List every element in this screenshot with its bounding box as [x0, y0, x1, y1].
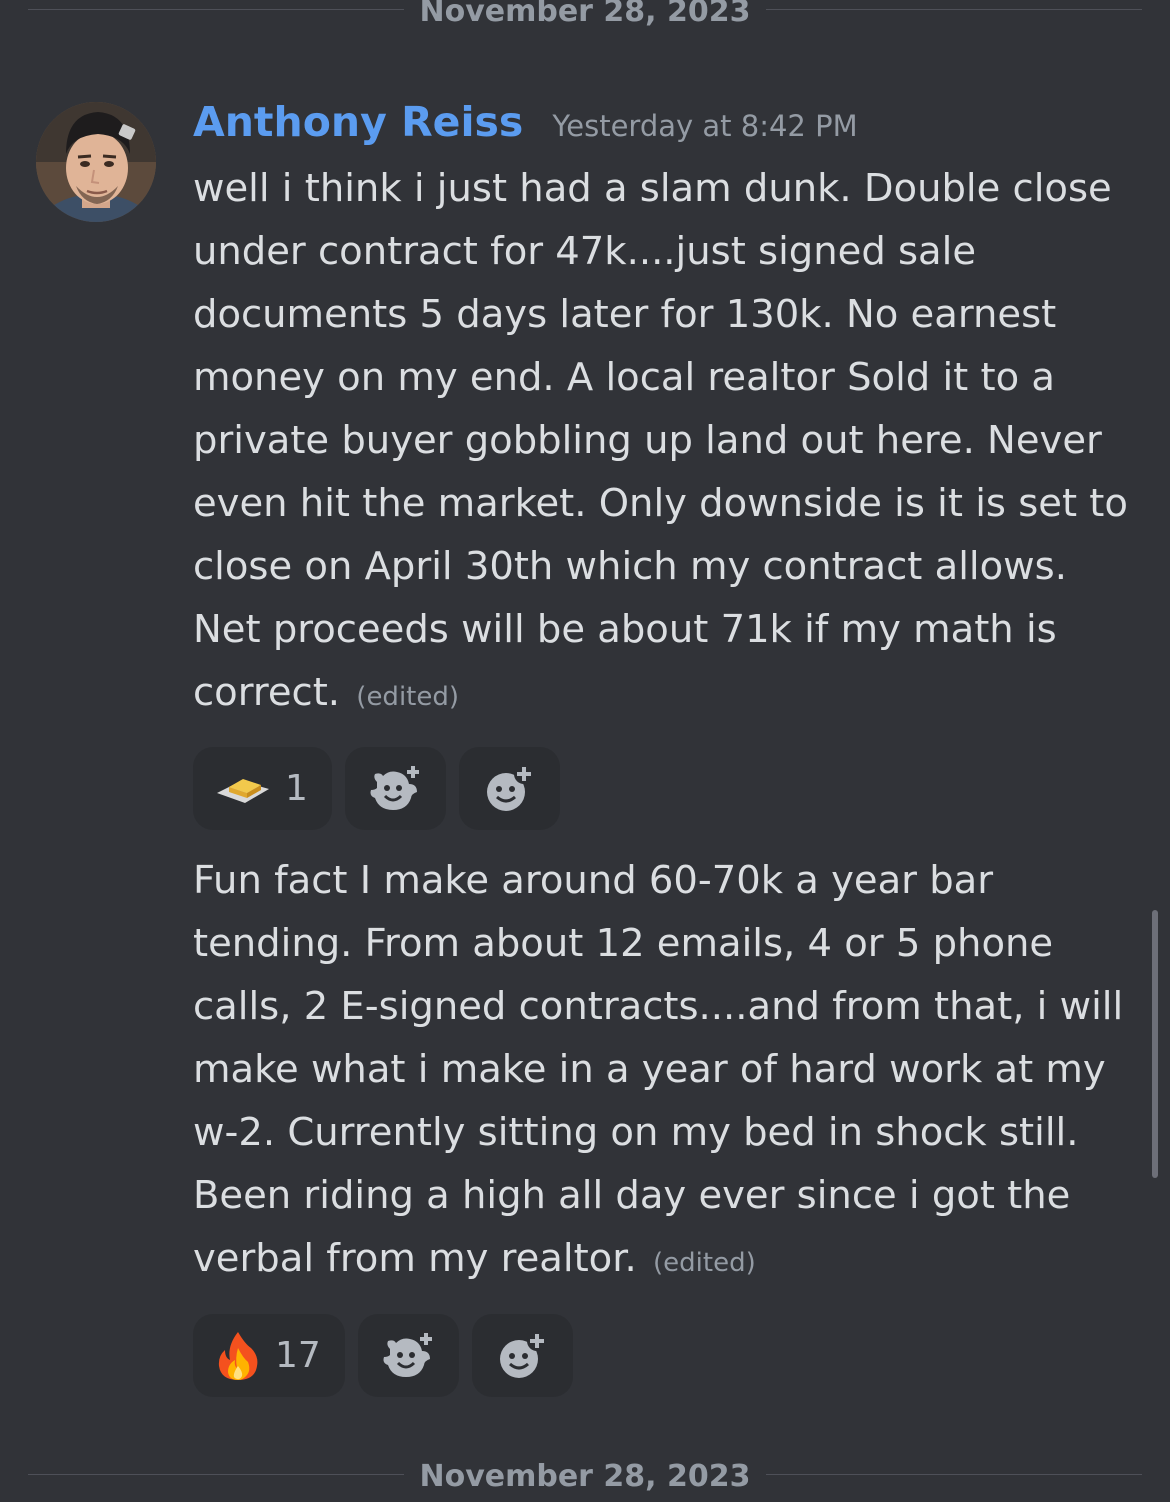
reaction-butter[interactable]: 1 [193, 747, 332, 830]
edited-label: (edited) [653, 1248, 756, 1278]
reaction-count: 1 [285, 768, 308, 809]
divider-line [28, 1474, 404, 1475]
reaction-count: 17 [275, 1335, 321, 1376]
fire-emoji-icon [218, 1331, 258, 1380]
add-reaction-icon [487, 763, 535, 811]
message-text: well i think i just had a slam dunk. Dou… [193, 157, 1143, 729]
reaction-fire[interactable]: 17 [193, 1314, 345, 1397]
message-header: Anthony Reiss Yesterday at 8:42 PM [193, 98, 858, 146]
edited-label: (edited) [356, 682, 460, 712]
message-body: well i think i just had a slam dunk. Dou… [193, 166, 1128, 715]
divider-line [766, 1474, 1142, 1475]
message-body: Fun fact I make around 60-70k a year bar… [193, 858, 1124, 1281]
add-super-reaction-icon [370, 765, 420, 810]
message-text: Fun fact I make around 60-70k a year bar… [193, 849, 1143, 1295]
add-super-reaction-button[interactable] [357, 1314, 459, 1397]
scrollbar-thumb[interactable] [1152, 910, 1158, 1178]
date-divider-label: November 28, 2023 [419, 1459, 751, 1494]
add-super-reaction-icon [383, 1332, 433, 1377]
divider-line [766, 9, 1142, 10]
add-super-reaction-button[interactable] [344, 747, 446, 830]
author-name[interactable]: Anthony Reiss [193, 98, 523, 146]
date-divider-bottom: November 28, 2023 [0, 1462, 1170, 1502]
reactions-row: 17 [193, 1314, 573, 1397]
divider-line [28, 9, 404, 10]
add-reaction-button[interactable] [471, 1314, 573, 1397]
date-divider-top: November 28, 2023 [0, 0, 1170, 37]
user-avatar-icon [36, 102, 156, 222]
reactions-row: 1 [193, 747, 560, 830]
message-timestamp: Yesterday at 8:42 PM [552, 109, 858, 143]
avatar[interactable] [36, 102, 156, 222]
add-reaction-icon [500, 1330, 548, 1378]
date-divider-label: November 28, 2023 [419, 0, 751, 29]
butter-emoji-icon [217, 778, 269, 803]
add-reaction-button[interactable] [458, 747, 560, 830]
